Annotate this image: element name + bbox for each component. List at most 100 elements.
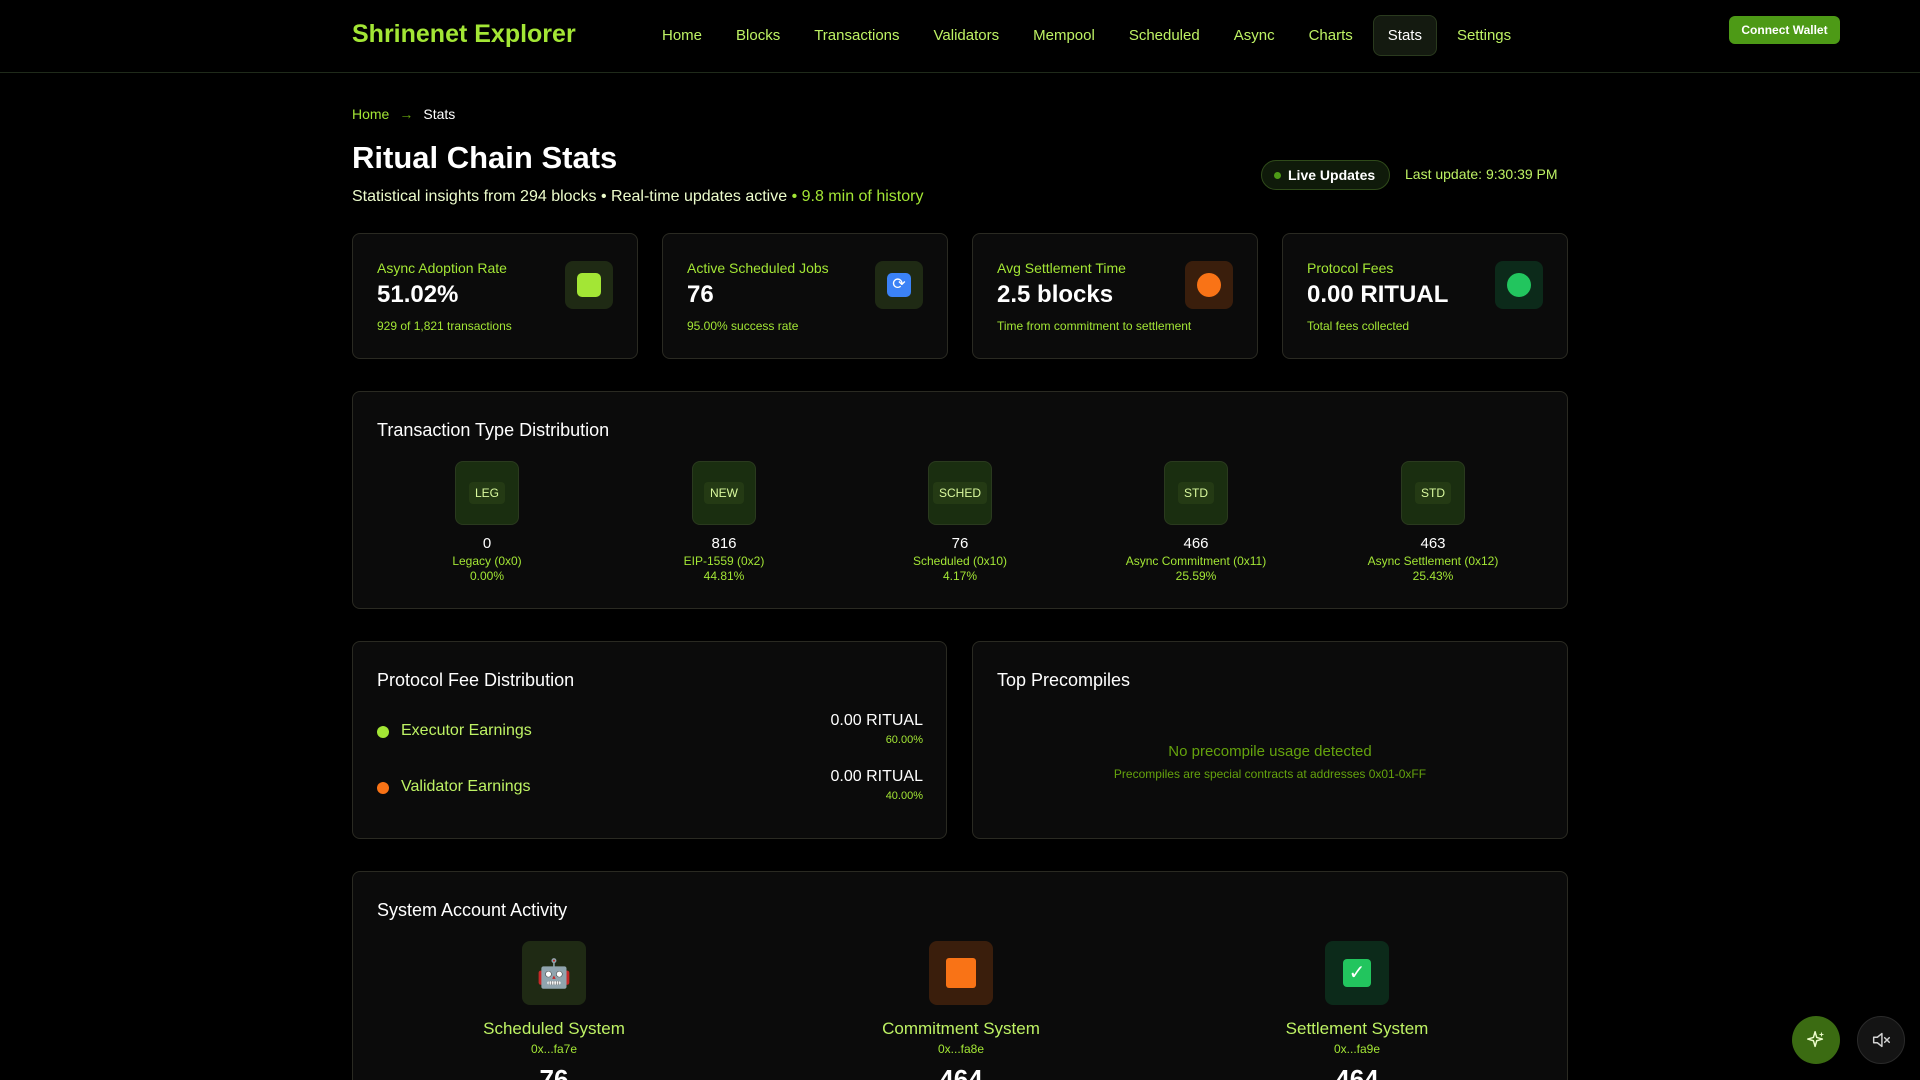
tx-badge: STD	[1164, 461, 1228, 525]
stat-sub: Time from commitment to settlement	[997, 319, 1192, 333]
stat-sub: 929 of 1,821 transactions	[377, 319, 512, 333]
live-dot-icon	[1274, 172, 1281, 179]
tx-badge: NEW	[692, 461, 756, 525]
system-account-item: 🤖 Scheduled System 0x...fa7e 76	[404, 941, 704, 1080]
tx-badge: SCHED	[928, 461, 992, 525]
nav-charts[interactable]: Charts	[1295, 15, 1367, 56]
last-update-text: Last update: 9:30:39 PM	[1405, 166, 1558, 182]
fee-name: Validator Earnings	[401, 778, 531, 795]
nav-async[interactable]: Async	[1220, 15, 1289, 56]
tx-label: EIP-1559 (0x2)	[683, 554, 765, 568]
empty-state-subtext: Precompiles are special contracts at add…	[1113, 767, 1427, 781]
mute-button[interactable]	[1857, 1016, 1905, 1064]
sparkle-button[interactable]	[1792, 1016, 1840, 1064]
nav-transactions[interactable]: Transactions	[800, 15, 913, 56]
volume-mute-icon	[1872, 1032, 1890, 1048]
fee-pct: 40.00%	[885, 790, 923, 802]
section-title: System Account Activity	[377, 900, 568, 920]
fee-amount: 0.00 RITUAL	[830, 768, 923, 785]
system-account-panel: System Account Activity 🤖 Scheduled Syst…	[352, 871, 1568, 1080]
brand-logo[interactable]: Shrinenet Explorer	[352, 20, 576, 49]
tx-badge-text: STD	[1178, 482, 1214, 504]
lime-dot-icon	[377, 726, 389, 738]
stat-sub: Total fees collected	[1307, 319, 1410, 333]
tx-badge: STD	[1401, 461, 1465, 525]
stat-card-settlement-time: Avg Settlement Time 2.5 blocks Time from…	[972, 233, 1258, 359]
nav-stats[interactable]: Stats	[1372, 15, 1437, 56]
sparkle-icon	[1807, 1031, 1825, 1048]
breadcrumb-arrow-icon: →	[399, 106, 414, 122]
system-name: Scheduled System	[483, 1019, 625, 1038]
tx-badge-text: LEG	[468, 482, 505, 504]
system-address[interactable]: 0x...fa9e	[1207, 1042, 1507, 1056]
stat-label: Avg Settlement Time	[997, 260, 1126, 276]
orange-square-icon	[929, 941, 993, 1005]
top-precompiles-panel: Top Precompiles No precompile usage dete…	[972, 641, 1568, 839]
stat-card-async-adoption: Async Adoption Rate 51.02% 929 of 1,821 …	[352, 233, 638, 359]
tx-label: Async Settlement (0x12)	[1367, 554, 1499, 568]
tx-pct: 44.81%	[703, 569, 745, 583]
nav-validators[interactable]: Validators	[920, 15, 1014, 56]
system-count: 76	[539, 1064, 569, 1080]
top-header: Shrinenet Explorer Home Blocks Transacti…	[0, 0, 1920, 73]
nav-home[interactable]: Home	[648, 15, 716, 56]
stat-card-scheduled-jobs: Active Scheduled Jobs 76 95.00% success …	[662, 233, 948, 359]
stat-value: 51.02%	[377, 281, 459, 308]
fee-name: Executor Earnings	[401, 722, 532, 739]
tx-type-item: SCHED 76 Scheduled (0x10) 4.17%	[850, 461, 1070, 583]
subtitle-main: Statistical insights from 294 blocks • R…	[352, 188, 788, 205]
tx-label: Legacy (0x0)	[452, 554, 522, 568]
fee-row-validator: Validator Earnings 0.00 RITUAL 40.00%	[377, 768, 923, 808]
tx-pct: 25.43%	[1412, 569, 1454, 583]
tx-type-item: STD 466 Async Commitment (0x11) 25.59%	[1086, 461, 1306, 583]
fee-pct: 60.00%	[885, 734, 923, 746]
fee-amount: 0.00 RITUAL	[830, 712, 923, 729]
stat-label: Active Scheduled Jobs	[687, 260, 829, 276]
tx-type-item: LEG 0 Legacy (0x0) 0.00%	[377, 461, 597, 583]
check-icon: ✓	[1325, 941, 1389, 1005]
nav-settings[interactable]: Settings	[1443, 15, 1525, 56]
tx-badge-text: NEW	[704, 482, 744, 504]
subtitle-history: • 9.8 min of history	[787, 188, 924, 205]
system-address[interactable]: 0x...fa8e	[811, 1042, 1111, 1056]
tx-badge-text: STD	[1415, 482, 1451, 504]
tx-count: 463	[1420, 535, 1446, 552]
empty-state-text: No precompile usage detected	[1168, 743, 1372, 760]
stat-value: 2.5 blocks	[997, 281, 1114, 308]
tx-count: 76	[951, 535, 969, 552]
tx-count: 0	[482, 535, 492, 552]
system-count: 464	[939, 1064, 983, 1080]
nav-scheduled[interactable]: Scheduled	[1115, 15, 1214, 56]
refresh-icon: ⟳	[875, 261, 923, 309]
system-account-item: ✓ Settlement System 0x...fa9e 464	[1207, 941, 1507, 1080]
connect-wallet-button[interactable]: Connect Wallet	[1729, 16, 1840, 44]
stat-label: Protocol Fees	[1307, 260, 1394, 276]
tx-type-item: NEW 816 EIP-1559 (0x2) 44.81%	[614, 461, 834, 583]
tx-type-item: STD 463 Async Settlement (0x12) 25.43%	[1323, 461, 1543, 583]
stat-value: 0.00 RITUAL	[1307, 281, 1449, 308]
fee-distribution-panel: Protocol Fee Distribution Executor Earni…	[352, 641, 947, 839]
system-name: Commitment System	[882, 1019, 1040, 1038]
system-account-item: Commitment System 0x...fa8e 464	[811, 941, 1111, 1080]
live-updates-badge: Live Updates	[1261, 160, 1391, 190]
green-circle-icon	[1495, 261, 1543, 309]
nav-blocks[interactable]: Blocks	[722, 15, 794, 56]
breadcrumb-current: Stats	[423, 106, 456, 122]
system-address[interactable]: 0x...fa7e	[404, 1042, 704, 1056]
live-updates-label: Live Updates	[1288, 167, 1376, 183]
orange-dot-icon	[377, 782, 389, 794]
nav-mempool[interactable]: Mempool	[1019, 15, 1109, 56]
tx-count: 816	[711, 535, 737, 552]
system-name: Settlement System	[1285, 1019, 1429, 1038]
fee-row-executor: Executor Earnings 0.00 RITUAL 60.00%	[377, 712, 923, 752]
breadcrumb-home-link[interactable]: Home	[352, 106, 389, 122]
breadcrumb: Home → Stats	[352, 106, 455, 122]
stat-label: Async Adoption Rate	[377, 260, 507, 276]
tx-label: Scheduled (0x10)	[912, 554, 1008, 568]
orange-circle-icon	[1185, 261, 1233, 309]
stat-card-protocol-fees: Protocol Fees 0.00 RITUAL Total fees col…	[1282, 233, 1568, 359]
tx-pct: 0.00%	[469, 569, 505, 583]
tx-distribution-panel: Transaction Type Distribution LEG 0 Lega…	[352, 391, 1568, 609]
lime-square-icon	[565, 261, 613, 309]
stat-sub: 95.00% success rate	[687, 319, 799, 333]
